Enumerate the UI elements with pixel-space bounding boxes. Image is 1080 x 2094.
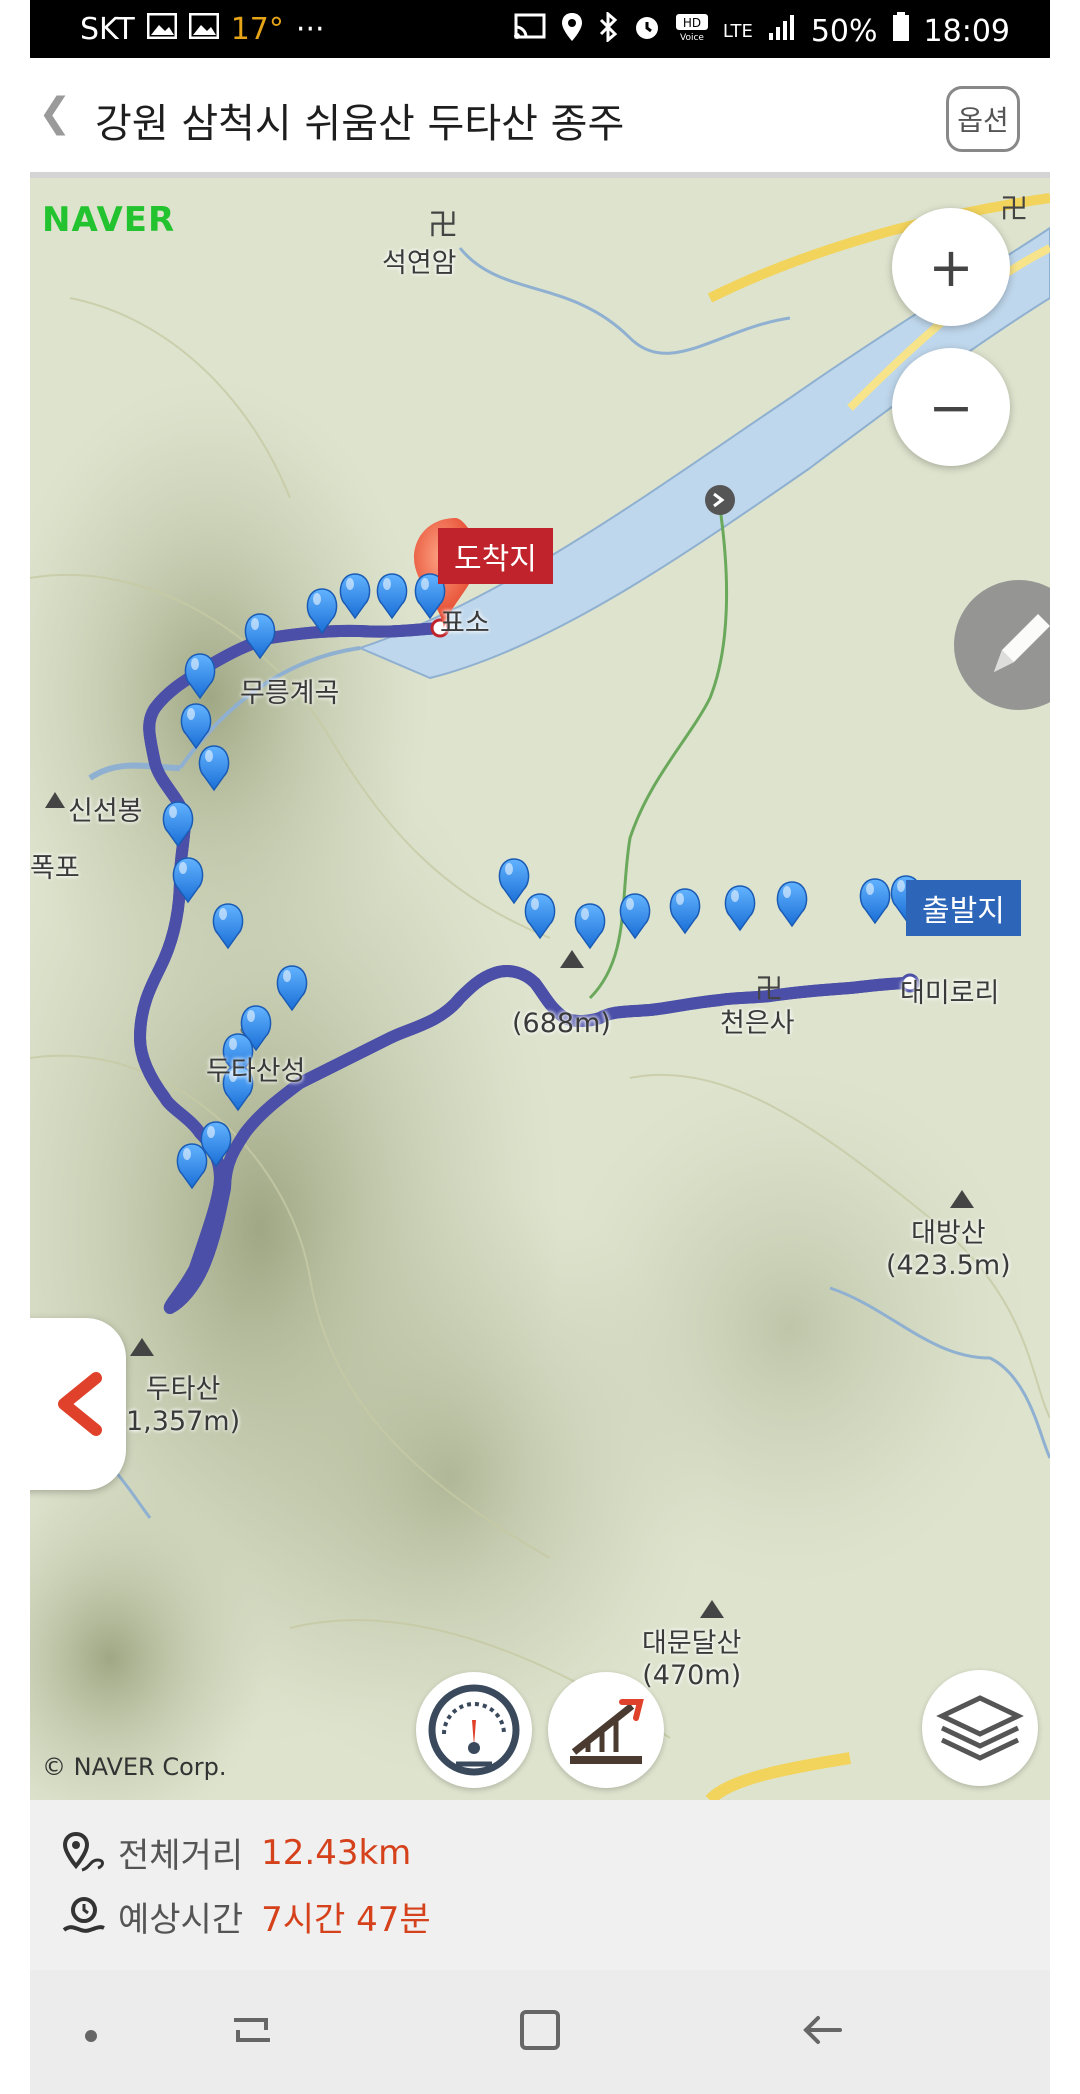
- zoom-out-button[interactable]: −: [892, 348, 1010, 466]
- options-label: 옵션: [957, 104, 1009, 137]
- time-value: 7시간 47분: [261, 1900, 431, 1940]
- distance-label: 전체거리: [118, 1836, 244, 1876]
- temperature: 17°: [230, 12, 284, 47]
- svg-text:Voice: Voice: [680, 33, 704, 41]
- system-back-button[interactable]: [800, 2008, 844, 2056]
- svg-text:HD: HD: [683, 16, 701, 30]
- network-type: LTE: [722, 20, 753, 42]
- svg-text:卍: 卍: [428, 208, 458, 243]
- map-label-pyoso: 표소: [440, 608, 490, 639]
- map-label-cheoneunsa: 천은사: [720, 1008, 795, 1039]
- speedometer-button[interactable]: [416, 1672, 532, 1788]
- route-distance-icon: [62, 1831, 104, 1871]
- map-label-daebangsan: 대방산 (423.5m): [886, 1218, 1011, 1282]
- bluetooth-icon: [597, 10, 619, 50]
- location-icon: [561, 12, 583, 50]
- dutasan-name: 두타산: [145, 1374, 221, 1405]
- layers-icon: [936, 1695, 1024, 1761]
- home-icon: [520, 2010, 560, 2050]
- zoom-in-icon: +: [928, 235, 974, 299]
- start-tag[interactable]: 출발지: [906, 880, 1021, 936]
- zoom-in-button[interactable]: +: [892, 208, 1010, 326]
- dutasan-altitude: 1,357m): [126, 1406, 241, 1437]
- map-label-mureung: 무릉계곡: [240, 678, 340, 709]
- back-arrow-icon: [803, 2016, 842, 2044]
- options-button[interactable]: 옵션: [946, 86, 1020, 152]
- naver-logo: NAVER: [42, 200, 176, 240]
- destination-tag[interactable]: 도착지: [438, 528, 553, 584]
- collapse-panel-button[interactable]: [30, 1318, 126, 1490]
- recent-apps-button[interactable]: [230, 2008, 274, 2056]
- gallery-icon: [146, 12, 178, 47]
- layers-button[interactable]: [922, 1670, 1038, 1786]
- pen-icon: [994, 614, 1050, 672]
- system-nav-bar: [30, 1970, 1050, 2094]
- clock: 18:09: [923, 13, 1010, 49]
- app-frame: SKT 17° ··· HD Voice LTE 50% 18:09 ❮ 강원 …: [30, 0, 1050, 2094]
- map-label-dutasanseong: 두타산성: [206, 1056, 306, 1087]
- signal-icon: [767, 13, 797, 49]
- svg-text:卍: 卍: [1000, 192, 1028, 225]
- battery-icon: [892, 12, 910, 50]
- map-label-sinseonbong: 신선봉: [68, 796, 143, 827]
- speedometer-icon: [428, 1684, 520, 1776]
- distance-value: 12.43km: [261, 1832, 412, 1873]
- map-label-daemirori: 대미로리: [900, 978, 1000, 1009]
- map-label-pok: 폭포: [30, 853, 80, 884]
- map-view[interactable]: 卍 卍 卍 ♨ NAVER 석연암 무릉계곡 표소 신선봉 폭포 두타산성 두타…: [30, 178, 1050, 1800]
- chevron-left-icon: [58, 1372, 102, 1436]
- daebangsan-name: 대방산: [911, 1218, 986, 1249]
- map-label-seokyeonam: 석연암: [382, 248, 457, 279]
- hd-voice-icon: HD Voice: [675, 13, 709, 49]
- elevation-profile-icon: [570, 1699, 644, 1764]
- more-notifications-icon: ···: [295, 12, 325, 47]
- alarm-icon: [633, 13, 661, 49]
- battery-percent: 50%: [810, 13, 878, 49]
- daebangsan-altitude: (423.5m): [886, 1250, 1011, 1281]
- app-header: ❮ 강원 삼척시 쉬움산 두타산 종주 옵션: [30, 58, 1050, 174]
- daemundalsan-name: 대문달산: [642, 1628, 742, 1659]
- draw-button[interactable]: [954, 580, 1050, 710]
- recent-apps-icon: [234, 2018, 270, 2042]
- estimated-time-icon: [62, 1896, 105, 1933]
- gallery-icon-2: [188, 12, 220, 47]
- page-title: 강원 삼척시 쉬움산 두타산 종주: [95, 101, 625, 147]
- time-label: 예상시간: [118, 1900, 244, 1940]
- back-button[interactable]: ❮: [38, 90, 72, 136]
- zoom-out-icon: −: [928, 375, 974, 439]
- status-bar: SKT 17° ··· HD Voice LTE 50% 18:09: [30, 0, 1050, 58]
- elevation-button[interactable]: [548, 1672, 664, 1788]
- nav-dot-button[interactable]: [84, 2028, 98, 2047]
- map-copyright: © NAVER Corp.: [42, 1753, 227, 1781]
- dot-icon: [85, 2030, 97, 2042]
- map-label-peak688: (688m): [512, 1008, 611, 1039]
- cast-icon: [513, 13, 547, 49]
- time-row: 예상시간 7시간 47분: [60, 1892, 431, 1941]
- svg-text:卍: 卍: [755, 972, 783, 1005]
- route-summary: 전체거리 12.43km 예상시간 7시간 47분: [30, 1800, 1050, 1970]
- carrier-label: SKT: [80, 12, 135, 47]
- map-label-dutasan: 두타산 1,357m): [126, 1374, 240, 1438]
- home-button[interactable]: [518, 2008, 562, 2056]
- distance-row: 전체거리 12.43km: [60, 1828, 411, 1877]
